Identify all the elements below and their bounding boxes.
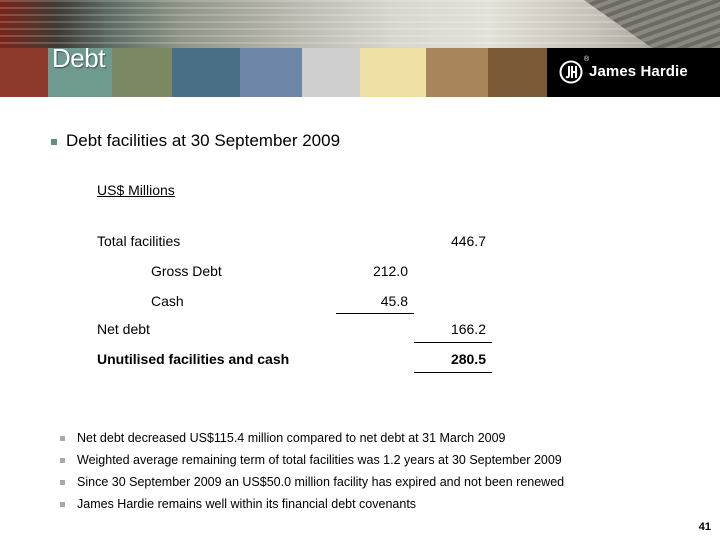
color-swatch — [0, 48, 48, 97]
note-item: Weighted average remaining term of total… — [77, 453, 562, 467]
note-item: James Hardie remains well within its fin… — [77, 497, 417, 511]
color-swatch — [488, 48, 547, 97]
row-value-total-facilities: 446.7 — [450, 233, 486, 249]
row-label-gross-debt: Gross Debt — [151, 263, 222, 279]
net-debt-rule — [414, 342, 492, 343]
note-marker — [60, 480, 65, 485]
color-swatch — [172, 48, 240, 97]
color-swatch — [360, 48, 426, 97]
row-label-net-debt: Net debt — [97, 321, 150, 337]
row-value-net-debt: 166.2 — [450, 321, 486, 337]
page-title: Debt — [52, 43, 105, 73]
note-item: Net debt decreased US$115.4 million comp… — [77, 431, 506, 445]
row-label-cash: Cash — [151, 293, 184, 309]
color-swatch — [426, 48, 488, 97]
main-bullet: Debt facilities at 30 September 2009 — [66, 131, 341, 150]
unit-label: US$ Millions — [97, 182, 175, 198]
color-swatch — [112, 48, 172, 97]
page-number: 41 — [698, 521, 711, 533]
company-logo: ® James Hardie — [547, 48, 720, 97]
note-item: Since 30 September 2009 an US$50.0 milli… — [77, 475, 565, 489]
header-banner: ® James Hardie Debt — [0, 0, 720, 97]
note-marker — [60, 502, 65, 507]
color-swatch — [240, 48, 302, 97]
subtotal-rule — [336, 313, 414, 314]
row-value-unutilised: 280.5 — [450, 351, 486, 367]
color-swatch — [302, 48, 360, 97]
note-marker — [60, 436, 65, 441]
row-value-cash: 45.8 — [380, 293, 408, 309]
note-marker — [60, 458, 65, 463]
logo-text: James Hardie — [589, 63, 688, 80]
total-rule — [414, 372, 492, 373]
jh-monogram-icon — [559, 60, 583, 84]
row-label-total-facilities: Total facilities — [97, 233, 181, 249]
bullet-marker — [51, 139, 57, 145]
registered-mark: ® — [584, 56, 590, 63]
row-label-unutilised: Unutilised facilities and cash — [97, 351, 290, 367]
row-value-gross-debt: 212.0 — [372, 263, 408, 279]
